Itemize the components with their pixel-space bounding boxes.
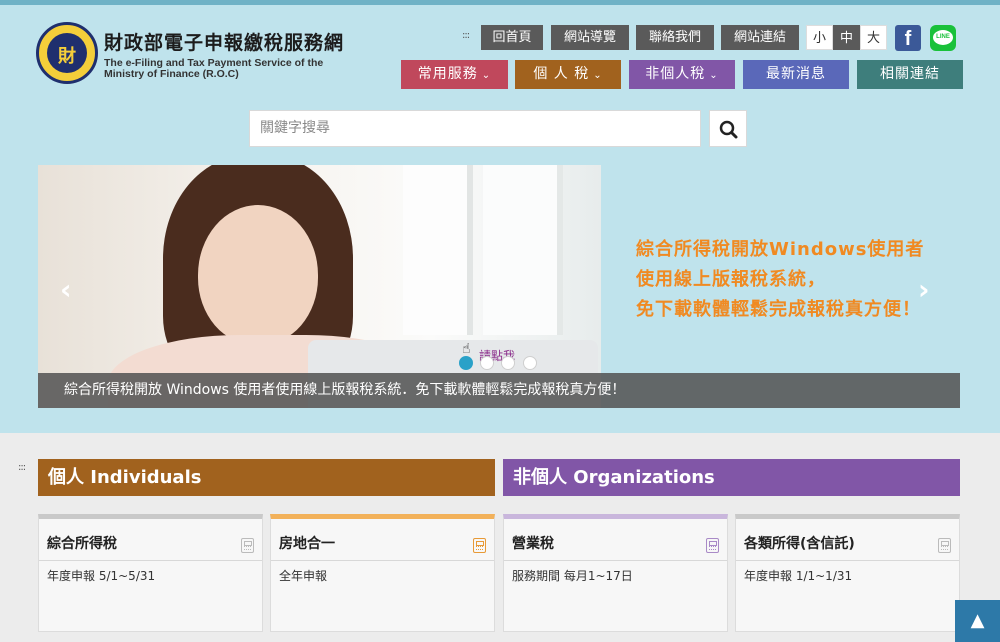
logo-emblem: 財 [47, 33, 87, 73]
carousel-dot-3[interactable] [501, 356, 515, 370]
font-size-medium-button[interactable]: 中 [833, 25, 860, 50]
facebook-icon[interactable]: f [895, 25, 921, 51]
nav-individual-tax-label: 個 人 稅 [533, 66, 590, 82]
card-divider [504, 560, 727, 561]
card-text: 全年申報 [279, 569, 328, 583]
font-size-small-button[interactable]: 小 [806, 25, 833, 50]
nav-non-individual-tax[interactable]: 非個人稅 ⌄ [629, 60, 735, 89]
section-organizations[interactable]: 非個人 Organizations [503, 459, 960, 496]
carousel-dot-2[interactable] [480, 356, 494, 370]
calculator-icon [938, 538, 951, 553]
nav-common-services[interactable]: 常用服務 ⌄ [401, 60, 508, 89]
card-text: 年度申報 5/1~5/31 [47, 569, 156, 583]
card-text: 服務期間 每月1~17日 [512, 569, 633, 583]
carousel-dot-1[interactable] [459, 356, 473, 370]
card-income-tax[interactable]: 綜合所得稅 年度申報 5/1~5/31 [38, 514, 263, 632]
promo-line3: 免下載軟體輕鬆完成報稅真方便！ [636, 299, 921, 320]
search-icon [719, 120, 738, 139]
card-business-tax[interactable]: 營業稅 服務期間 每月1~17日 [503, 514, 728, 632]
line-icon[interactable]: LINE [930, 25, 956, 51]
calculator-icon [473, 538, 486, 553]
line-icon-label: LINE [933, 30, 953, 45]
hand-cursor-icon: ☝ [462, 341, 471, 357]
nav-individual-tax[interactable]: 個 人 稅 ⌄ [515, 60, 621, 89]
nav-non-individual-tax-label: 非個人稅 [645, 66, 706, 82]
carousel-dot-4[interactable] [523, 356, 537, 370]
nav-related-links[interactable]: 相關連結 [857, 60, 963, 89]
card-divider [39, 560, 262, 561]
calculator-keys [709, 546, 716, 550]
card-house-land-tax[interactable]: 房地合一 全年申報 [270, 514, 495, 632]
calculator-icon [241, 538, 254, 553]
accessibility-marker-content[interactable]: ::: [18, 462, 26, 473]
chevron-down-icon: ⌄ [709, 70, 719, 81]
carousel-prev-icon[interactable]: ‹ [60, 273, 72, 306]
calculator-keys [476, 546, 483, 550]
chevron-up-icon: ▲ [970, 610, 985, 631]
search-button[interactable] [709, 110, 747, 147]
carousel-caption[interactable]: 綜合所得稅開放 Windows 使用者使用線上版報稅系統．免下載軟體輕鬆完成報稅… [38, 373, 960, 408]
promo-line2: 使用線上版報稅系統， [636, 269, 826, 290]
calculator-icon [706, 538, 719, 553]
card-title: 營業稅 [512, 536, 554, 552]
calculator-keys [244, 546, 251, 550]
nav-common-services-label: 常用服務 [417, 66, 478, 82]
chevron-down-icon: ⌄ [593, 70, 603, 81]
card-title: 房地合一 [279, 536, 335, 552]
photo-woman-face [198, 205, 318, 345]
logo-glyph: 財 [58, 46, 76, 67]
carousel-promo-text[interactable]: 綜合所得稅開放Windows使用者 使用線上版報稅系統， 免下載軟體輕鬆完成報稅… [636, 235, 924, 325]
ministry-logo[interactable]: 財 [36, 22, 98, 84]
section-individuals[interactable]: 個人 Individuals [38, 459, 495, 496]
carousel-next-icon[interactable]: › [918, 273, 930, 306]
site-links-link[interactable]: 網站連結 [721, 25, 799, 50]
photo-window [483, 165, 563, 335]
card-divider [736, 560, 959, 561]
accessibility-marker-top[interactable]: ::: [462, 30, 470, 41]
scroll-to-top-button[interactable]: ▲ [955, 600, 1000, 642]
site-subtitle: The e-Filing and Tax Payment Service of … [104, 58, 344, 80]
card-various-income[interactable]: 各類所得(含信託) 年度申報 1/1~1/31 [735, 514, 960, 632]
site-subtitle-line2: Ministry of Finance (R.O.C) [104, 68, 239, 80]
calculator-keys [941, 546, 948, 550]
search-input[interactable]: 關鍵字搜尋 [249, 110, 701, 147]
hero-carousel[interactable]: 綜合所得稅開放Windows使用者 使用線上版報稅系統， 免下載軟體輕鬆完成報稅… [38, 165, 960, 408]
card-divider [271, 560, 494, 561]
photo-window [403, 165, 473, 335]
card-text: 年度申報 1/1~1/31 [744, 569, 853, 583]
card-title: 各類所得(含信託) [744, 536, 855, 552]
home-link[interactable]: 回首頁 [481, 25, 543, 50]
promo-line1: 綜合所得稅開放Windows使用者 [636, 239, 925, 260]
site-title[interactable]: 財政部電子申報繳稅服務網 [104, 28, 344, 55]
chevron-down-icon: ⌄ [481, 70, 492, 81]
sitemap-link[interactable]: 網站導覽 [551, 25, 629, 50]
font-size-large-button[interactable]: 大 [860, 25, 887, 50]
contact-us-link[interactable]: 聯絡我們 [636, 25, 714, 50]
nav-latest-news[interactable]: 最新消息 [743, 60, 849, 89]
card-title: 綜合所得稅 [47, 536, 117, 552]
carousel-photo[interactable] [38, 165, 601, 408]
